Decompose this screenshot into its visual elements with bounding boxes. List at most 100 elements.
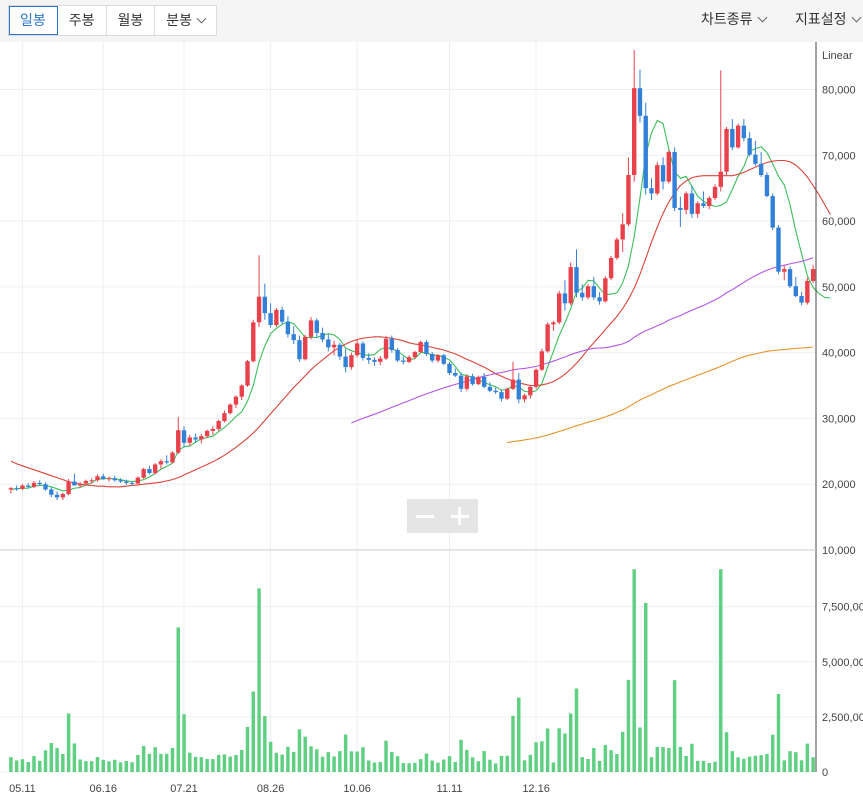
volume-bar — [517, 697, 521, 772]
volume-bar — [395, 756, 400, 772]
volume-bar — [493, 763, 498, 772]
volume-bar — [361, 747, 365, 772]
volume-bar — [424, 753, 429, 772]
volume-bar — [511, 715, 515, 772]
candle-body — [562, 293, 568, 304]
volume-bar — [759, 755, 763, 772]
volume-bar — [49, 743, 54, 772]
volume-bar — [799, 760, 804, 772]
zoom-out-button[interactable] — [407, 499, 442, 533]
candle — [585, 284, 591, 300]
date-tick-label: 07.21 — [170, 783, 198, 795]
volume-bar — [263, 716, 267, 772]
volume-bar — [568, 713, 573, 772]
candle — [152, 463, 158, 475]
candle — [793, 276, 798, 298]
candle — [603, 276, 608, 303]
chart-type-menu[interactable]: 차트종류 — [701, 9, 767, 29]
candle — [782, 265, 787, 281]
candle-body — [164, 461, 169, 463]
candle-body — [406, 357, 412, 362]
volume-bar — [592, 748, 596, 772]
candle-body — [441, 355, 446, 364]
candle-body — [49, 489, 54, 495]
candle — [106, 476, 112, 482]
date-tick-label: 11.11 — [437, 783, 463, 795]
candle — [222, 410, 227, 423]
candle — [649, 178, 654, 200]
candle-body — [666, 151, 672, 182]
volume-bar — [695, 760, 700, 772]
candle-body — [141, 469, 146, 478]
candle — [291, 326, 296, 345]
candle-body — [245, 361, 250, 386]
candle-body — [383, 338, 389, 359]
period-weekly-button[interactable]: 주봉 — [58, 6, 107, 35]
period-minute-label: 분봉 — [166, 12, 193, 28]
candle-body — [366, 357, 371, 360]
candle — [597, 292, 602, 305]
candle-body — [476, 376, 481, 385]
candle — [545, 322, 550, 353]
candle — [268, 303, 273, 328]
volume-bar — [655, 746, 660, 772]
volume-bar — [9, 757, 13, 772]
candle-body — [470, 376, 475, 385]
candle — [620, 213, 625, 252]
candle-body — [158, 461, 164, 465]
volume-bar — [14, 760, 19, 772]
candle-body — [580, 292, 585, 298]
candle-body — [320, 332, 325, 340]
candle-body — [724, 128, 729, 172]
volume-bar — [164, 753, 169, 772]
candle — [26, 482, 31, 488]
candle — [666, 150, 672, 184]
candle — [551, 321, 556, 331]
candle-body — [395, 350, 400, 361]
volume-bar — [672, 680, 677, 772]
candle-body — [678, 207, 683, 210]
candle-body — [614, 239, 620, 258]
volume-bar — [736, 757, 740, 772]
candle — [262, 283, 268, 320]
volume-bar — [407, 763, 411, 772]
volume-bar — [124, 760, 129, 772]
candle — [181, 426, 187, 448]
candle — [660, 157, 666, 190]
candle — [216, 419, 221, 431]
indicator-settings-menu[interactable]: 지표설정 — [795, 9, 861, 29]
candle — [533, 368, 539, 389]
candle-body — [712, 186, 718, 199]
volume-bar — [89, 761, 94, 772]
candle — [505, 387, 510, 400]
candle — [747, 132, 752, 157]
candle-body — [37, 482, 42, 485]
candle — [72, 473, 77, 486]
candle-body — [545, 324, 550, 352]
volume-bar — [418, 759, 423, 772]
volume-bar — [805, 743, 810, 772]
period-daily-button[interactable]: 일봉 — [9, 6, 58, 35]
zoom-in-button[interactable] — [442, 499, 477, 533]
candle — [522, 393, 527, 403]
candle-body — [343, 356, 348, 368]
candle — [424, 340, 429, 356]
candle-body — [505, 388, 510, 399]
candle-body — [487, 386, 493, 391]
candle-body — [707, 198, 712, 206]
candle — [787, 266, 793, 289]
volume-bar — [401, 763, 406, 772]
candle-body — [556, 293, 562, 323]
stock-chart[interactable]: Linear 80,000 70,000 60,000 50,000 40,000 30,0… — [0, 42, 863, 799]
date-tick-label: 08.26 — [257, 783, 285, 795]
period-monthly-button[interactable]: 월봉 — [107, 6, 156, 35]
volume-bar — [78, 759, 82, 772]
candle — [326, 334, 331, 352]
period-minute-button[interactable]: 분봉 — [155, 6, 216, 35]
candle-body — [297, 340, 302, 360]
volume-bar — [268, 741, 273, 772]
volume-bar — [240, 749, 244, 772]
candle — [233, 395, 239, 408]
candle-body — [758, 163, 764, 175]
candle — [349, 352, 354, 370]
